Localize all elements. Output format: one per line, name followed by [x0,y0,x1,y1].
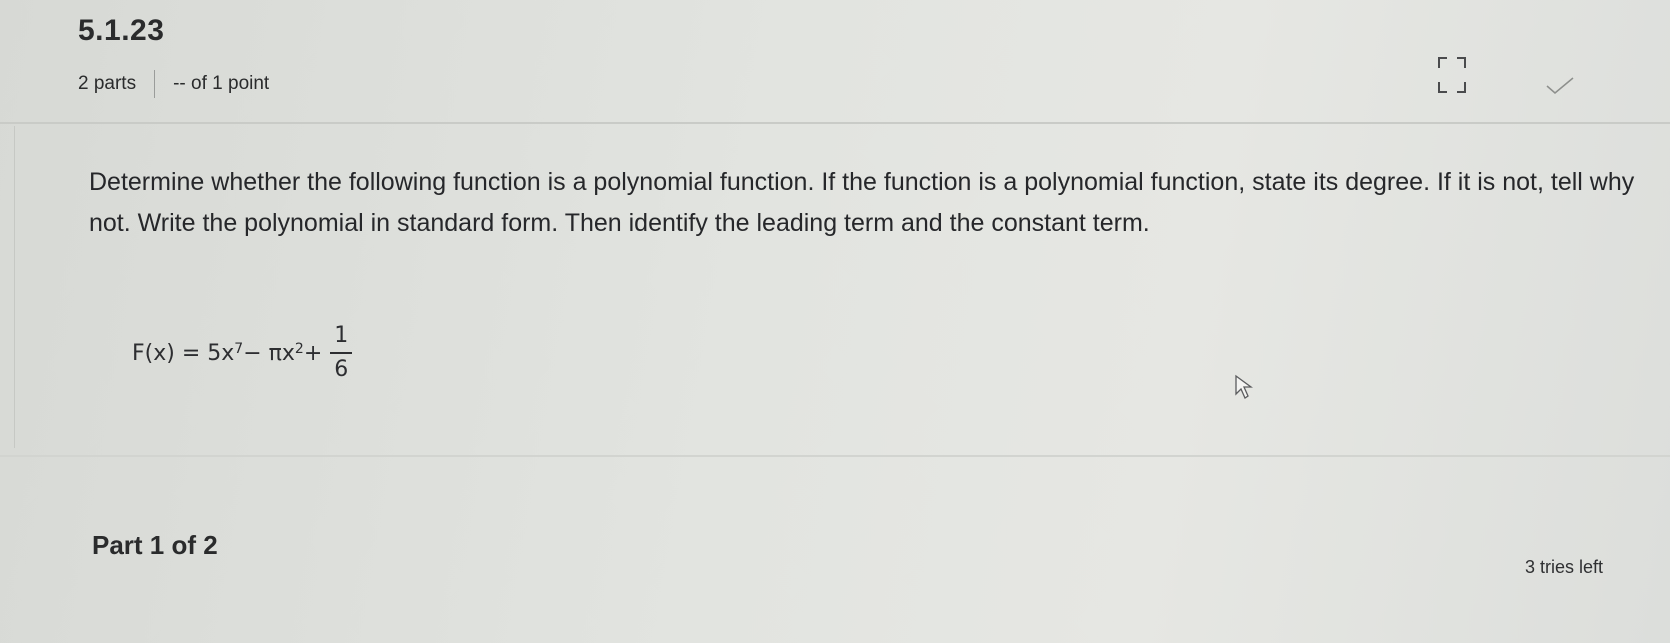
problem-meta: 2 parts -- of 1 point [78,70,269,98]
expand-icon[interactable] [1437,56,1467,94]
function-formula: F(x) = 5x 7 − πx 2 + 1 6 [132,323,353,382]
question-panel: Determine whether the following function… [14,126,1670,448]
fraction-denominator: 6 [334,357,349,382]
parts-count: 2 parts [78,73,137,94]
formula-exponent-2: 2 [294,341,304,357]
fraction-numerator: 1 [334,323,349,348]
problem-number: 5.1.23 [78,14,165,47]
check-icon [1546,77,1574,94]
formula-plus: + [303,340,323,366]
mouse-cursor-icon [1235,374,1253,399]
question-header: 5.1.23 2 parts -- of 1 point [0,0,1670,128]
section-divider [0,455,1670,457]
points-value: -- of 1 point [173,73,270,94]
header-divider [0,122,1670,124]
part-label: Part 1 of 2 [92,530,218,560]
formula-lhs: F(x) = 5x [132,340,235,366]
formula-middle: − πx [243,340,295,366]
formula-exponent-7: 7 [234,341,244,357]
tries-left: 3 tries left [1525,557,1604,577]
formula-fraction: 1 6 [330,323,353,382]
fraction-bar [330,352,353,354]
meta-divider [154,70,156,98]
question-prompt: Determine whether the following function… [89,168,1635,237]
